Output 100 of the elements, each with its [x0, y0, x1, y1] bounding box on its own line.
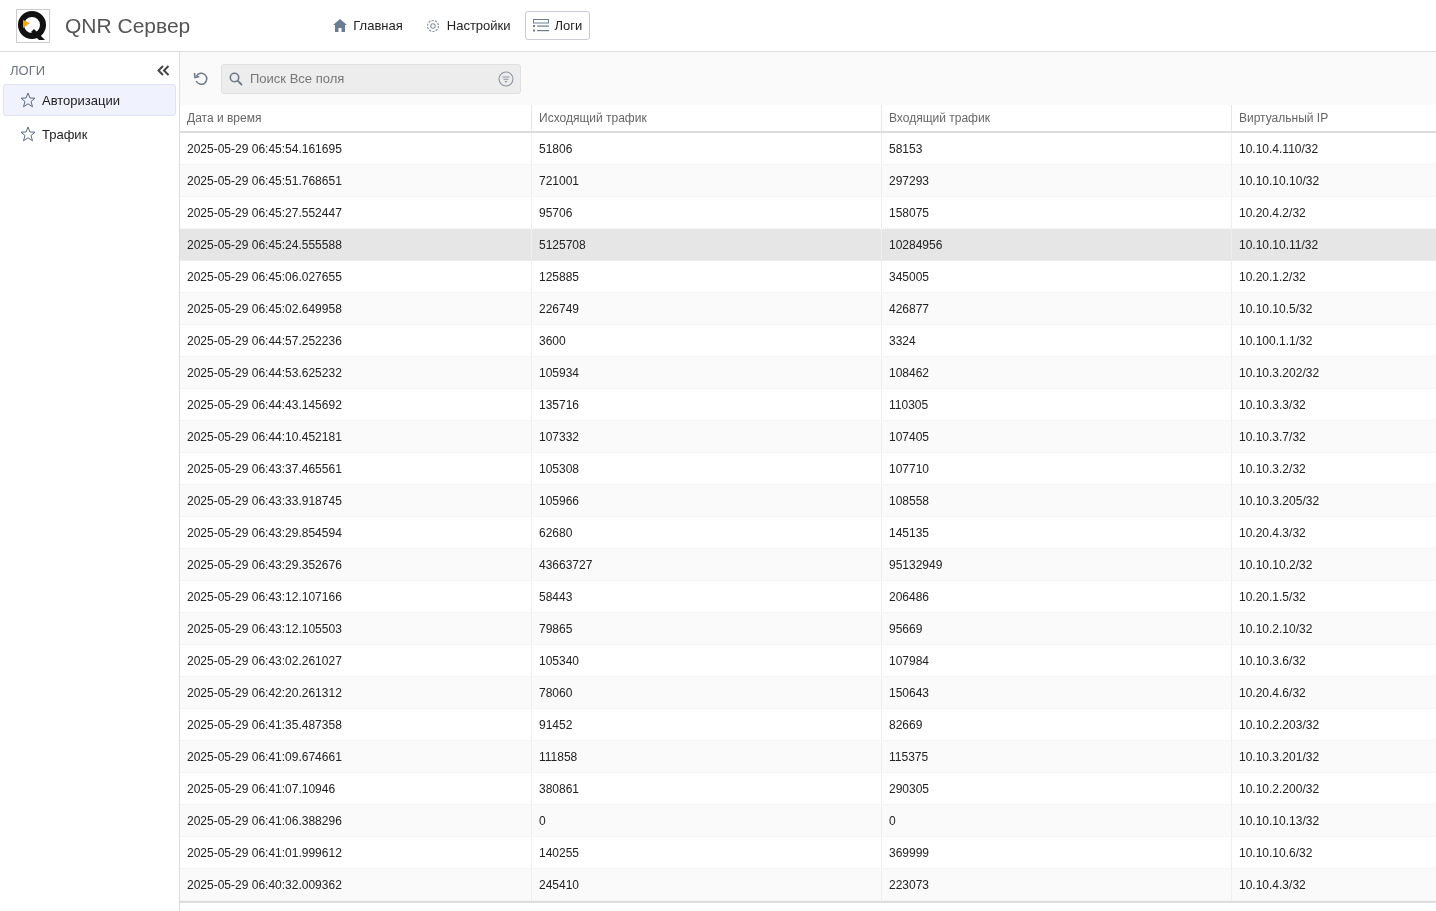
table-cell: 0: [882, 805, 1232, 836]
table-cell: 140255: [532, 837, 882, 868]
table-cell: 2025-05-29 06:41:07.10946: [180, 773, 532, 804]
table-cell: 380861: [532, 773, 882, 804]
table-cell: 2025-05-29 06:45:24.555588: [180, 229, 532, 260]
star-icon: [20, 92, 36, 108]
table-cell: 95669: [882, 613, 1232, 644]
table-cell: 3600: [532, 325, 882, 356]
table-cell: 107332: [532, 421, 882, 452]
table-cell-text: 10.10.2.200/32: [1238, 780, 1321, 798]
table-cell: 150643: [882, 677, 1232, 708]
table-cell: 95706: [532, 197, 882, 228]
table-cell-text: 10.10.10.10/32: [1238, 172, 1321, 190]
table-cell: 2025-05-29 06:42:20.261312: [180, 677, 532, 708]
search-icon: [229, 71, 243, 86]
table-cell: 111858: [532, 741, 882, 772]
table-cell-text: 10.10.2.203/32: [1238, 716, 1321, 734]
table-cell-text: 10.10.10.6/32: [1238, 844, 1314, 862]
table-cell: 58153: [882, 133, 1232, 164]
table-cell: 2025-05-29 06:41:35.487358: [180, 709, 532, 740]
table-cell: 43663727: [532, 549, 882, 580]
table-cell: 2025-05-29 06:43:37.465561: [180, 453, 532, 484]
table-cell: 108558: [882, 485, 1232, 516]
table-cell: 91452: [532, 709, 882, 740]
q-logo-icon: [16, 8, 50, 43]
table-cell-text: 10.10.10.5/32: [1238, 300, 1314, 318]
home-icon: [333, 19, 348, 32]
logs-link[interactable]: Логи: [524, 11, 591, 40]
table-cell: 3324: [882, 325, 1232, 356]
settings-link[interactable]: Настройки: [416, 10, 519, 41]
table-cell: 107405: [882, 421, 1232, 452]
table-cell: 2025-05-29 06:45:54.161695: [180, 133, 532, 164]
sidebar-item[interactable]: Авторизации: [3, 84, 176, 116]
table-cell: 223073: [882, 869, 1232, 900]
table-cell: 105308: [532, 453, 882, 484]
table-cell-text: 10.10.3.205/32: [1238, 492, 1321, 510]
table-cell-text: 10.10.3.2/32: [1238, 460, 1307, 478]
app-title: QNR Сервер: [65, 13, 191, 38]
table-cell: 2025-05-29 06:43:33.918745: [180, 485, 532, 516]
table-cell: 158075: [882, 197, 1232, 228]
table-cell: 2025-05-29 06:44:53.625232: [180, 357, 532, 388]
list-icon: [532, 18, 549, 33]
table-cell: 721001: [532, 165, 882, 196]
table-cell: 2025-05-29 06:43:12.107166: [180, 581, 532, 612]
table-cell: 2025-05-29 06:41:06.388296: [180, 805, 532, 836]
table-cell-text: 10.20.4.2/32: [1238, 204, 1307, 222]
table-cell: 2025-05-29 06:41:01.999612: [180, 837, 532, 868]
table-cell: 62680: [532, 517, 882, 548]
table-cell: 2025-05-29 06:45:06.027655: [180, 261, 532, 292]
table-cell: 78060: [532, 677, 882, 708]
table-cell-text: 10.10.2.10/32: [1238, 620, 1314, 638]
table-cell: 0: [532, 805, 882, 836]
table-cell: 369999: [882, 837, 1232, 868]
table-cell: 110305: [882, 389, 1232, 420]
table-cell: 2025-05-29 06:43:29.854594: [180, 517, 532, 548]
table-cell-text: 10.20.1.2/32: [1238, 268, 1307, 286]
table-cell: 2025-05-29 06:43:29.352676: [180, 549, 532, 580]
column-header[interactable]: Виртуальный IP: [1232, 105, 1436, 131]
sidebar-title: ЛОГИ: [10, 63, 46, 78]
table-cell: 105966: [532, 485, 882, 516]
table-cell-text: 10.20.1.5/32: [1238, 588, 1307, 606]
table-cell-text: 10.10.4.110/32: [1238, 140, 1320, 158]
table-cell: 2025-05-29 06:45:02.649958: [180, 293, 532, 324]
table-cell: 82669: [882, 709, 1232, 740]
table-cell: 51806: [532, 133, 882, 164]
table-cell-text: 10.10.3.3/32: [1238, 396, 1307, 414]
table-cell: 2025-05-29 06:45:27.552447: [180, 197, 532, 228]
table-cell: 115375: [882, 741, 1232, 772]
table-cell-text: 10.10.10.11/32: [1238, 236, 1320, 254]
table-cell: 2025-05-29 06:45:51.768651: [180, 165, 532, 196]
collapse-icon[interactable]: [157, 65, 170, 76]
column-header[interactable]: Входящий трафик: [882, 105, 1232, 131]
search-field[interactable]: Поиск Все поля: [221, 63, 521, 94]
table-cell: 107984: [882, 645, 1232, 676]
table-cell-text: 10.100.1.1/32: [1238, 332, 1314, 350]
table-cell: 2025-05-29 06:41:09.674661: [180, 741, 532, 772]
table-cell: 105934: [532, 357, 882, 388]
column-header[interactable]: Дата и время: [180, 105, 532, 131]
table-cell: 108462: [882, 357, 1232, 388]
table-cell: 2025-05-29 06:44:43.145692: [180, 389, 532, 420]
table-cell: 105340: [532, 645, 882, 676]
table-cell: 145135: [882, 517, 1232, 548]
refresh-icon[interactable]: [193, 70, 209, 87]
table-cell: 245410: [532, 869, 882, 900]
table-cell: 2025-05-29 06:44:10.452181: [180, 421, 532, 452]
table-cell-text: 10.10.3.202/32: [1238, 364, 1321, 382]
sidebar-item[interactable]: Трафик: [3, 118, 176, 150]
filter-icon[interactable]: [498, 70, 514, 87]
table-cell-text: 10.10.4.3/32: [1238, 876, 1307, 894]
settings-icon: [424, 17, 441, 34]
table-cell: 10284956: [882, 229, 1232, 260]
column-header[interactable]: Исходящий трафик: [532, 105, 882, 131]
table-cell: 206486: [882, 581, 1232, 612]
table-cell: 426877: [882, 293, 1232, 324]
table-cell-text: 10.10.3.6/32: [1238, 652, 1307, 670]
home-link[interactable]: Главная: [325, 11, 411, 40]
table-cell-text: 10.10.10.13/32: [1238, 812, 1321, 830]
table-cell: 95132949: [882, 549, 1232, 580]
star-icon: [20, 126, 36, 142]
table-cell: 107710: [882, 453, 1232, 484]
